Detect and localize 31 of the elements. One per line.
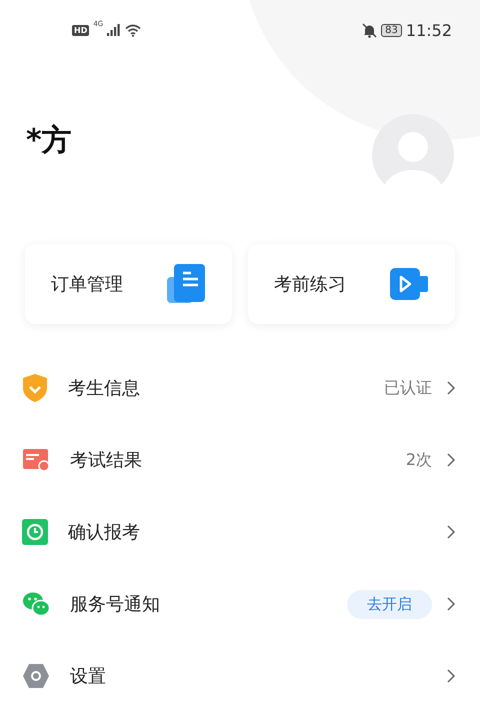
chevron-icon bbox=[446, 597, 456, 611]
menu-label[interactable]: 服务号通知 bbox=[70, 592, 347, 616]
menu-value: 已认证 bbox=[384, 378, 432, 398]
shortcut-card[interactable]: 订单管理 bbox=[25, 244, 232, 324]
clock-time: 11:52 bbox=[406, 20, 452, 40]
enable-button[interactable]: 去开启 bbox=[347, 590, 432, 618]
menu-label[interactable]: 设置 bbox=[70, 664, 446, 688]
user-name: *方 bbox=[26, 122, 72, 160]
video-icon bbox=[389, 267, 429, 301]
chevron-icon bbox=[446, 453, 456, 467]
battery-level: 83 bbox=[381, 24, 402, 36]
menu-label[interactable]: 确认报考 bbox=[68, 520, 446, 544]
chevron-icon bbox=[446, 381, 456, 395]
document-icon bbox=[166, 263, 206, 305]
shield-icon bbox=[22, 373, 48, 403]
chevron-icon bbox=[446, 525, 456, 539]
muted-bell-icon bbox=[362, 22, 378, 38]
card-icon bbox=[22, 448, 50, 472]
settings-icon bbox=[22, 663, 50, 689]
menu-label[interactable]: 考试结果 bbox=[70, 448, 406, 472]
chat-icon bbox=[22, 591, 50, 617]
menu-label[interactable]: 考生信息 bbox=[68, 376, 384, 400]
clock-icon bbox=[22, 519, 48, 545]
hd-badge: HD bbox=[72, 24, 90, 36]
chevron-icon bbox=[446, 669, 456, 683]
card-label: 考前练习 bbox=[274, 273, 346, 296]
wifi-icon bbox=[125, 24, 142, 36]
shortcut-card[interactable]: 考前练习 bbox=[248, 244, 455, 324]
signal-icon bbox=[107, 24, 122, 36]
card-label: 订单管理 bbox=[51, 273, 123, 296]
menu-value: 2次 bbox=[406, 450, 432, 470]
